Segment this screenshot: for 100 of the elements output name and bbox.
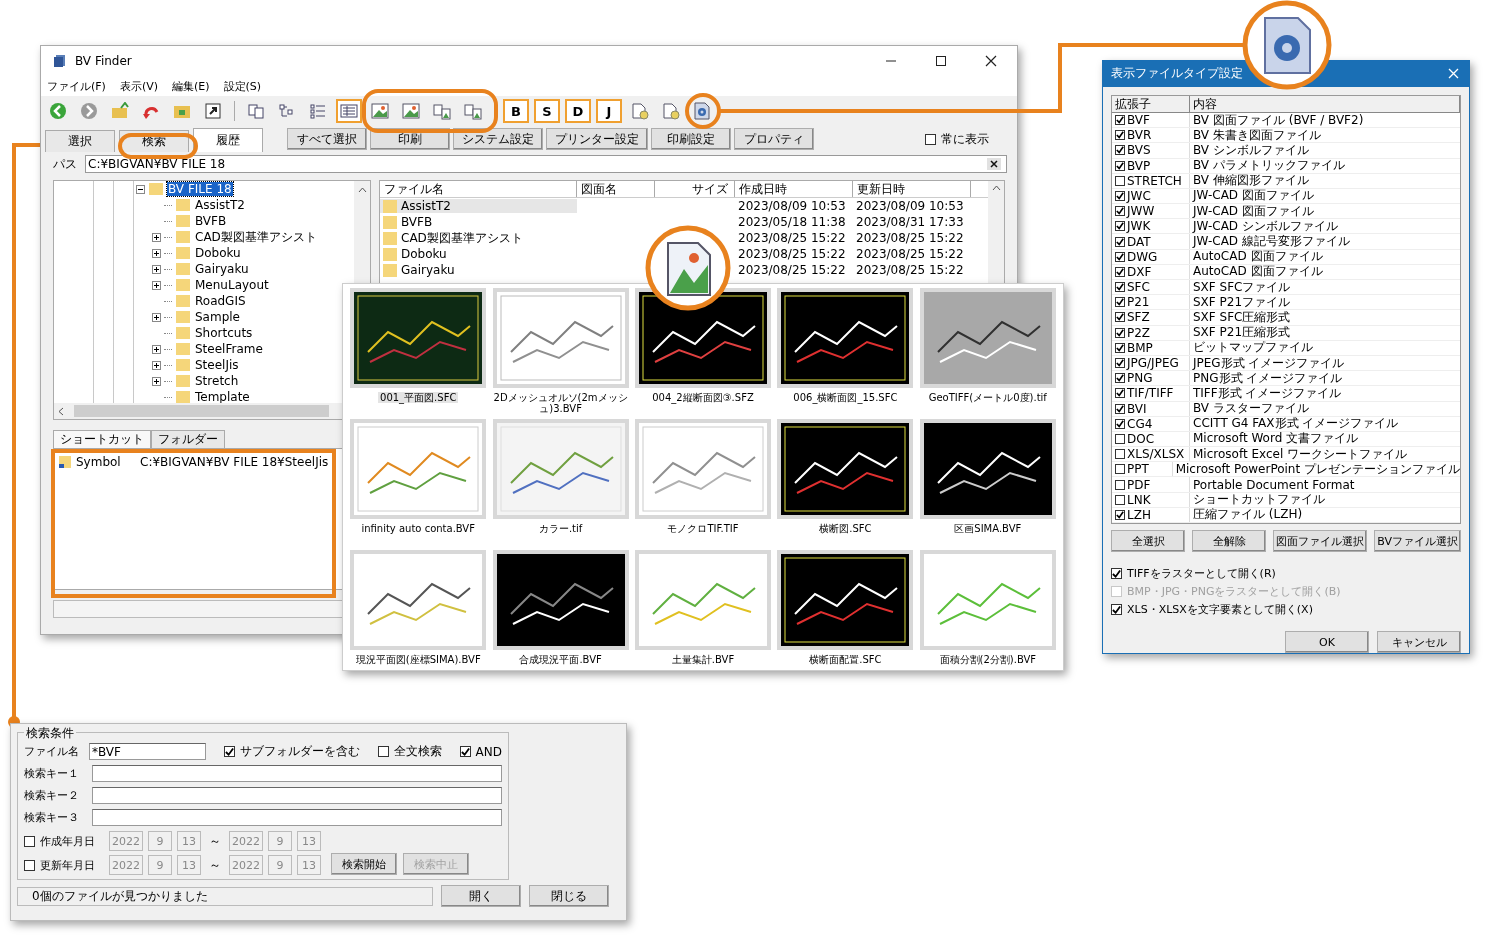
toolbar-button[interactable]: B xyxy=(503,99,529,123)
column-header[interactable]: 拡張子 xyxy=(1112,95,1190,112)
checkbox[interactable] xyxy=(1115,145,1125,156)
checkbox[interactable] xyxy=(1115,282,1125,293)
checkbox[interactable] xyxy=(1115,449,1125,460)
shortcut-name[interactable]: Symbol xyxy=(76,455,136,469)
toolbar-text-button[interactable]: プリンター設定 xyxy=(546,128,648,150)
checkbox[interactable] xyxy=(1115,266,1125,277)
checkbox[interactable] xyxy=(1115,160,1125,171)
tree-item[interactable]: MenuLayout xyxy=(194,278,270,292)
checkbox[interactable] xyxy=(1115,297,1125,308)
column-header[interactable]: 更新日時 xyxy=(853,181,971,197)
menu-item[interactable]: 表示(V) xyxy=(119,78,159,94)
checkbox[interactable] xyxy=(1115,479,1125,490)
checkbox[interactable] xyxy=(1115,206,1125,217)
file-name-cell[interactable]: CAD製図基準アシスト xyxy=(380,229,577,247)
always-show-checkbox[interactable]: 常に表示 xyxy=(925,131,989,148)
expand-icon[interactable] xyxy=(152,264,161,274)
column-header[interactable]: 作成日時 xyxy=(735,181,853,197)
expand-icon[interactable] xyxy=(152,248,161,258)
file-name-cell[interactable]: Gairyaku xyxy=(380,263,577,277)
checkbox[interactable] xyxy=(1115,388,1125,399)
toolbar-text-button[interactable]: すべて選択 xyxy=(287,128,367,150)
checkbox[interactable] xyxy=(1115,418,1125,429)
tree-item[interactable]: Doboku xyxy=(194,246,242,260)
select-button[interactable]: 図面ファイル選択 xyxy=(1273,530,1368,552)
collapse-icon[interactable] xyxy=(136,184,145,194)
select-button[interactable]: 全選択 xyxy=(1111,530,1186,552)
date-filter-checkbox[interactable]: 作成年月日 xyxy=(24,833,104,849)
checkbox[interactable] xyxy=(1115,221,1125,232)
tab[interactable]: ショートカット xyxy=(53,430,151,448)
expand-icon[interactable] xyxy=(152,312,161,322)
search-start-button[interactable]: 検索開始 xyxy=(331,853,397,875)
tree-item[interactable]: Shortcuts xyxy=(194,326,254,340)
file-name-cell[interactable]: AssistT2 xyxy=(380,199,577,213)
tree-item[interactable]: Template xyxy=(194,390,251,403)
tree-item[interactable]: SteelFrame xyxy=(194,342,264,356)
file-name-cell[interactable]: BVFB xyxy=(380,215,577,229)
search-key-field[interactable] xyxy=(92,809,502,826)
toolbar-button[interactable]: J xyxy=(596,99,622,123)
tree-item[interactable]: BVFB xyxy=(194,214,228,228)
checkbox[interactable] xyxy=(1115,312,1125,323)
toolbar-button[interactable]: D xyxy=(565,99,591,123)
tree-item[interactable]: SteelJis xyxy=(194,358,240,372)
select-button[interactable]: BVファイル選択 xyxy=(1374,530,1461,552)
toolbar-text-button[interactable]: 印刷設定 xyxy=(651,128,731,150)
cancel-button[interactable]: キャンセル xyxy=(1377,631,1461,653)
option-checkbox[interactable]: XLS・XLSXを文字要素として開く(X) xyxy=(1111,602,1461,617)
open-button[interactable]: 開く xyxy=(441,885,521,907)
expand-icon[interactable] xyxy=(152,280,161,290)
menu-item[interactable]: ファイル(F) xyxy=(47,78,106,94)
clear-icon[interactable] xyxy=(987,158,1001,170)
file-name-cell[interactable]: Doboku xyxy=(380,247,577,261)
tree-item[interactable]: Gairyaku xyxy=(194,262,250,276)
checkbox[interactable] xyxy=(1115,190,1125,201)
search-key-field[interactable] xyxy=(92,765,502,782)
checkbox[interactable] xyxy=(1115,130,1125,141)
date-filter-checkbox[interactable]: 更新年月日 xyxy=(24,857,104,873)
column-header[interactable]: 図面名 xyxy=(577,181,655,197)
expand-icon[interactable] xyxy=(152,376,161,386)
ok-button[interactable]: OK xyxy=(1285,631,1369,653)
close-icon[interactable] xyxy=(985,55,997,67)
tree-item[interactable]: Sample xyxy=(194,310,241,324)
tree-item[interactable]: AssistT2 xyxy=(194,198,246,212)
tree-item[interactable]: CAD製図基準アシスト xyxy=(194,228,318,246)
checkbox[interactable] xyxy=(1115,175,1125,186)
checkbox[interactable] xyxy=(1115,403,1125,414)
tree-item[interactable]: Stretch xyxy=(194,374,240,388)
option-checkbox[interactable]: TIFFをラスターとして開く(R) xyxy=(1111,566,1461,581)
tab[interactable]: 履歴 xyxy=(193,128,263,152)
select-button[interactable]: 全解除 xyxy=(1192,530,1267,552)
checkbox[interactable] xyxy=(1115,494,1125,505)
toolbar-text-button[interactable]: プロパティ xyxy=(734,128,814,150)
expand-icon[interactable] xyxy=(152,360,161,370)
filename-field[interactable]: *BVF xyxy=(89,743,206,760)
tab[interactable]: 選択 xyxy=(45,130,115,152)
expand-icon[interactable] xyxy=(152,344,161,354)
checkbox[interactable] xyxy=(1115,433,1125,444)
column-header[interactable]: 内容 xyxy=(1190,95,1460,112)
search-option-checkbox[interactable]: サブフォルダーを含む xyxy=(223,743,360,760)
search-option-checkbox[interactable]: 全文検索 xyxy=(377,743,442,760)
tree-item[interactable]: BV FILE 18 xyxy=(167,182,233,196)
toolbar-button[interactable]: S xyxy=(534,99,560,123)
tab[interactable]: フォルダー xyxy=(151,430,225,448)
column-header[interactable]: サイズ xyxy=(655,181,735,197)
menu-item[interactable]: 設定(S) xyxy=(223,78,262,94)
path-field[interactable]: C:¥BIGVAN¥BV FILE 18 xyxy=(85,155,1007,173)
checkbox[interactable] xyxy=(1115,327,1125,338)
checkbox[interactable] xyxy=(1115,509,1125,520)
close-button[interactable]: 閉じる xyxy=(529,885,609,907)
tree-item[interactable]: RoadGIS xyxy=(194,294,247,308)
checkbox[interactable] xyxy=(1115,358,1125,369)
maximize-icon[interactable] xyxy=(935,55,947,67)
checkbox[interactable] xyxy=(1115,342,1125,353)
toolbar-text-button[interactable]: システム設定 xyxy=(453,128,543,150)
checkbox[interactable] xyxy=(1115,464,1125,475)
menu-item[interactable]: 編集(E) xyxy=(172,78,210,94)
checkbox[interactable] xyxy=(1115,115,1125,126)
column-header[interactable]: ファイル名 xyxy=(380,181,577,197)
search-key-field[interactable] xyxy=(92,787,502,804)
